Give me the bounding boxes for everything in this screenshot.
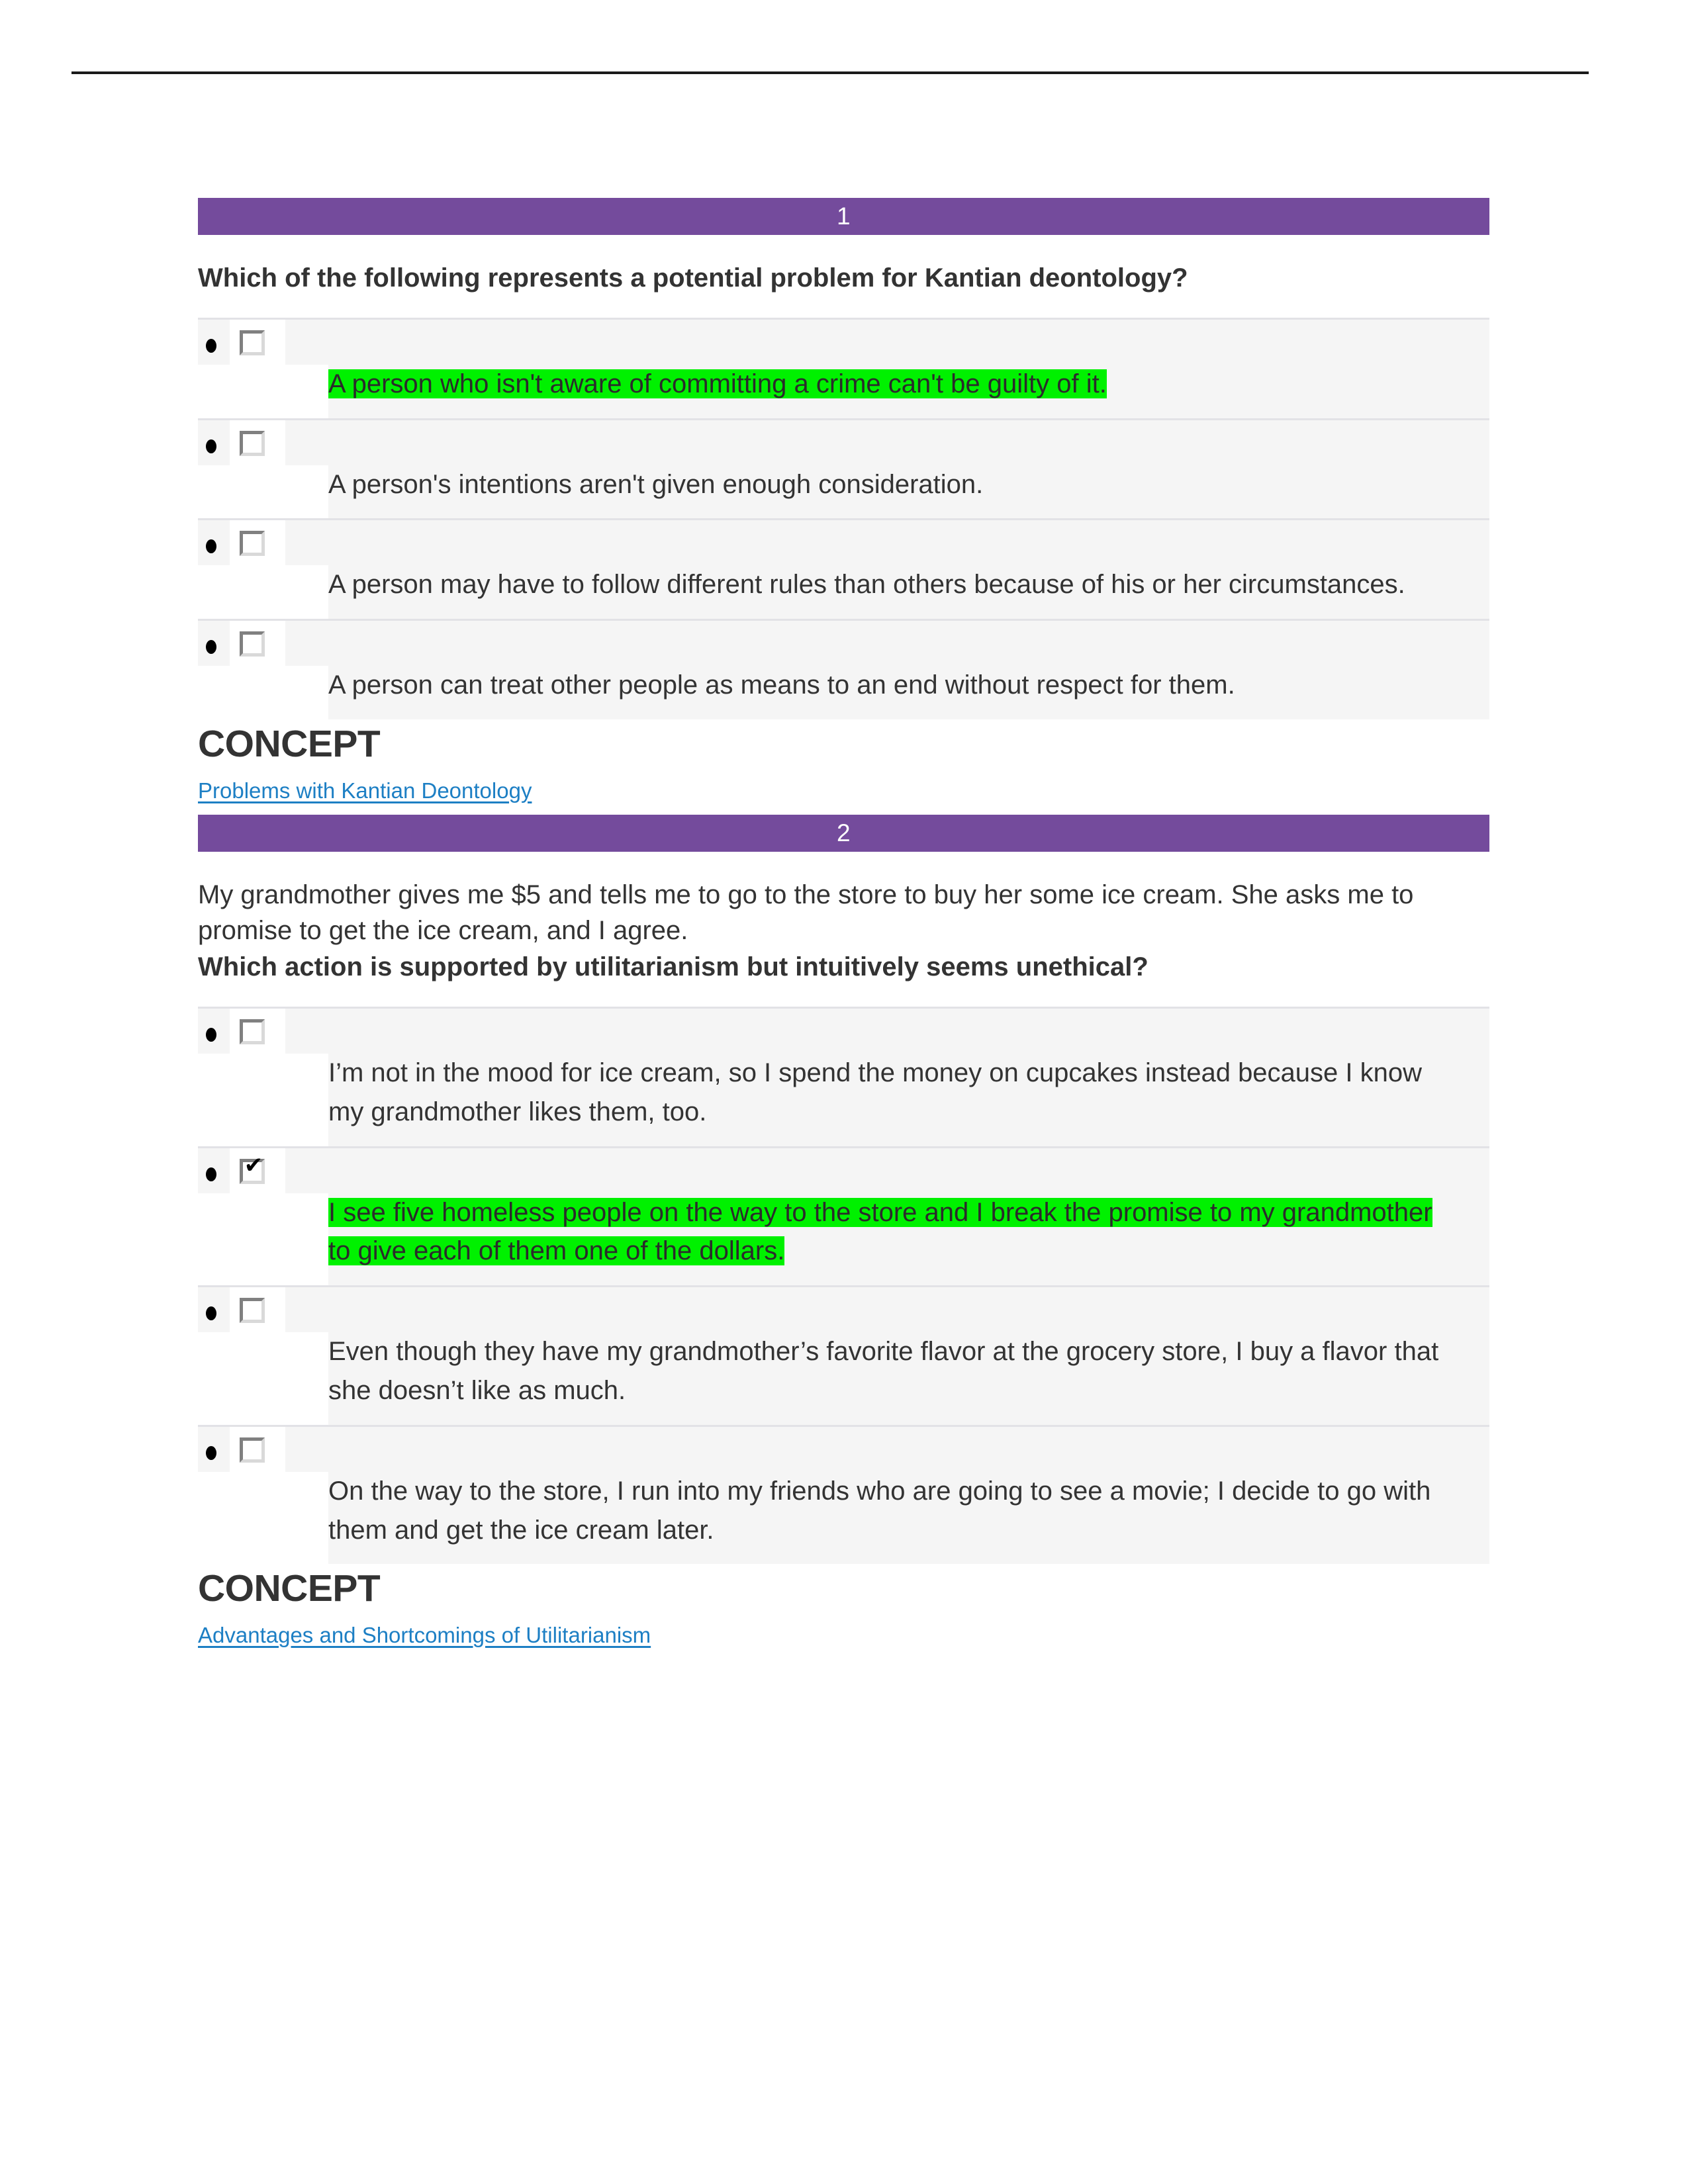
answer-left-gutter bbox=[198, 1053, 328, 1146]
document-content: 1 Which of the following represents a po… bbox=[198, 198, 1489, 1650]
question-number-banner-2: 2 bbox=[198, 814, 1489, 852]
answer-option-text: A person's intentions aren't given enoug… bbox=[328, 469, 984, 499]
checkbox-unchecked-icon[interactable] bbox=[240, 430, 265, 456]
answer-options-list-2: I’m not in the mood for ice cream, so I … bbox=[198, 1006, 1489, 1565]
answer-left-gutter bbox=[198, 465, 328, 519]
checkbox-unchecked-icon[interactable] bbox=[240, 531, 265, 557]
answer-option-row[interactable]: I’m not in the mood for ice cream, so I … bbox=[198, 1006, 1489, 1146]
answer-option-body: Even though they have my grandmother’s f… bbox=[198, 1332, 1489, 1425]
question-prompt-2: My grandmother gives me $5 and tells me … bbox=[198, 877, 1425, 985]
checkbox-cell[interactable] bbox=[230, 520, 285, 566]
bullet-icon bbox=[206, 1306, 216, 1321]
question-scenario-text-2: My grandmother gives me $5 and tells me … bbox=[198, 880, 1414, 946]
answer-option-body: A person can treat other people as means… bbox=[198, 666, 1489, 719]
answer-option-text: A person can treat other people as means… bbox=[328, 670, 1235, 700]
bullet-icon bbox=[206, 1167, 216, 1181]
answer-option-row[interactable]: A person can treat other people as means… bbox=[198, 619, 1489, 719]
answer-option-row[interactable]: A person may have to follow different ru… bbox=[198, 518, 1489, 619]
answer-left-gutter bbox=[198, 565, 328, 619]
checkbox-cell[interactable] bbox=[230, 1008, 285, 1054]
header-divider-rule bbox=[71, 71, 1589, 74]
checkbox-unchecked-icon[interactable] bbox=[240, 1437, 265, 1463]
checkbox-cell[interactable] bbox=[230, 1426, 285, 1472]
answer-left-gutter bbox=[198, 1332, 328, 1425]
question-prompt-bold-2: Which action is supported by utilitarian… bbox=[198, 952, 1149, 982]
answer-checkbox-line bbox=[198, 1008, 1489, 1054]
bullet-icon bbox=[206, 640, 216, 655]
checkbox-unchecked-icon[interactable] bbox=[240, 631, 265, 657]
answer-left-gutter bbox=[198, 364, 328, 418]
checkbox-cell[interactable]: ✔ bbox=[230, 1148, 285, 1193]
answer-option-row[interactable]: A person who isn't aware of committing a… bbox=[198, 317, 1489, 418]
answer-checkbox-line bbox=[198, 420, 1489, 465]
answer-option-row-selected[interactable]: ✔ I see five homeless people on the way … bbox=[198, 1146, 1489, 1286]
checkmark-glyph: ✔ bbox=[244, 1152, 263, 1179]
answer-option-text: A person may have to follow different ru… bbox=[328, 570, 1405, 600]
checkbox-unchecked-icon[interactable] bbox=[240, 1298, 265, 1324]
answer-option-body: I’m not in the mood for ice cream, so I … bbox=[198, 1053, 1489, 1146]
answer-options-list-1: A person who isn't aware of committing a… bbox=[198, 317, 1489, 719]
answer-option-row[interactable]: A person's intentions aren't given enoug… bbox=[198, 418, 1489, 519]
checkbox-unchecked-icon[interactable] bbox=[240, 1019, 265, 1044]
answer-checkbox-line bbox=[198, 621, 1489, 666]
checkbox-checked-icon[interactable]: ✔ bbox=[240, 1152, 265, 1184]
answer-option-body: A person who isn't aware of committing a… bbox=[198, 364, 1489, 418]
question-number-banner-1: 1 bbox=[198, 198, 1489, 235]
bullet-icon bbox=[206, 338, 216, 353]
checkbox-unchecked-icon[interactable] bbox=[240, 330, 265, 355]
question-prompt-bold-1: Which of the following represents a pote… bbox=[198, 263, 1188, 293]
answer-option-body: On the way to the store, I run into my f… bbox=[198, 1471, 1489, 1565]
answer-left-gutter bbox=[198, 1193, 328, 1286]
answer-option-text: Even though they have my grandmother’s f… bbox=[328, 1337, 1439, 1405]
concept-link-2[interactable]: Advantages and Shortcomings of Utilitari… bbox=[198, 1621, 651, 1650]
answer-option-body: A person may have to follow different ru… bbox=[198, 565, 1489, 619]
answer-checkbox-line bbox=[198, 1287, 1489, 1333]
checkbox-cell[interactable] bbox=[230, 420, 285, 465]
answer-option-text: A person who isn't aware of committing a… bbox=[328, 365, 1454, 404]
concept-heading-2: CONCEPT bbox=[198, 1567, 381, 1610]
answer-option-row[interactable]: Even though they have my grandmother’s f… bbox=[198, 1285, 1489, 1425]
answer-left-gutter bbox=[198, 1471, 328, 1565]
answer-highlight: A person who isn't aware of committing a… bbox=[328, 369, 1107, 398]
answer-option-row[interactable]: On the way to the store, I run into my f… bbox=[198, 1424, 1489, 1565]
concept-link-1[interactable]: Problems with Kantian Deontology bbox=[198, 777, 532, 805]
answer-checkbox-line: ✔ bbox=[198, 1148, 1489, 1193]
checkbox-cell[interactable] bbox=[230, 1287, 285, 1333]
answer-checkbox-line bbox=[198, 1426, 1489, 1472]
checkbox-cell[interactable] bbox=[230, 621, 285, 666]
checkbox-cell[interactable] bbox=[230, 319, 285, 365]
question-prompt-1: Which of the following represents a pote… bbox=[198, 260, 1425, 296]
concept-heading-1: CONCEPT bbox=[198, 722, 381, 765]
answer-option-body: A person's intentions aren't given enoug… bbox=[198, 465, 1489, 519]
answer-checkbox-line bbox=[198, 520, 1489, 566]
answer-option-body: I see five homeless people on the way to… bbox=[198, 1193, 1489, 1286]
answer-option-text: I see five homeless people on the way to… bbox=[328, 1193, 1454, 1271]
answer-highlight: I see five homeless people on the way to… bbox=[328, 1197, 1432, 1266]
answer-option-text: I’m not in the mood for ice cream, so I … bbox=[328, 1058, 1423, 1126]
bullet-icon bbox=[206, 1445, 216, 1460]
bullet-icon bbox=[206, 1027, 216, 1042]
bullet-icon bbox=[206, 439, 216, 453]
answer-left-gutter bbox=[198, 666, 328, 719]
bullet-icon bbox=[206, 539, 216, 554]
answer-checkbox-line bbox=[198, 319, 1489, 365]
document-page: 1 Which of the following represents a po… bbox=[0, 0, 1688, 2184]
answer-option-text: On the way to the store, I run into my f… bbox=[328, 1476, 1431, 1545]
